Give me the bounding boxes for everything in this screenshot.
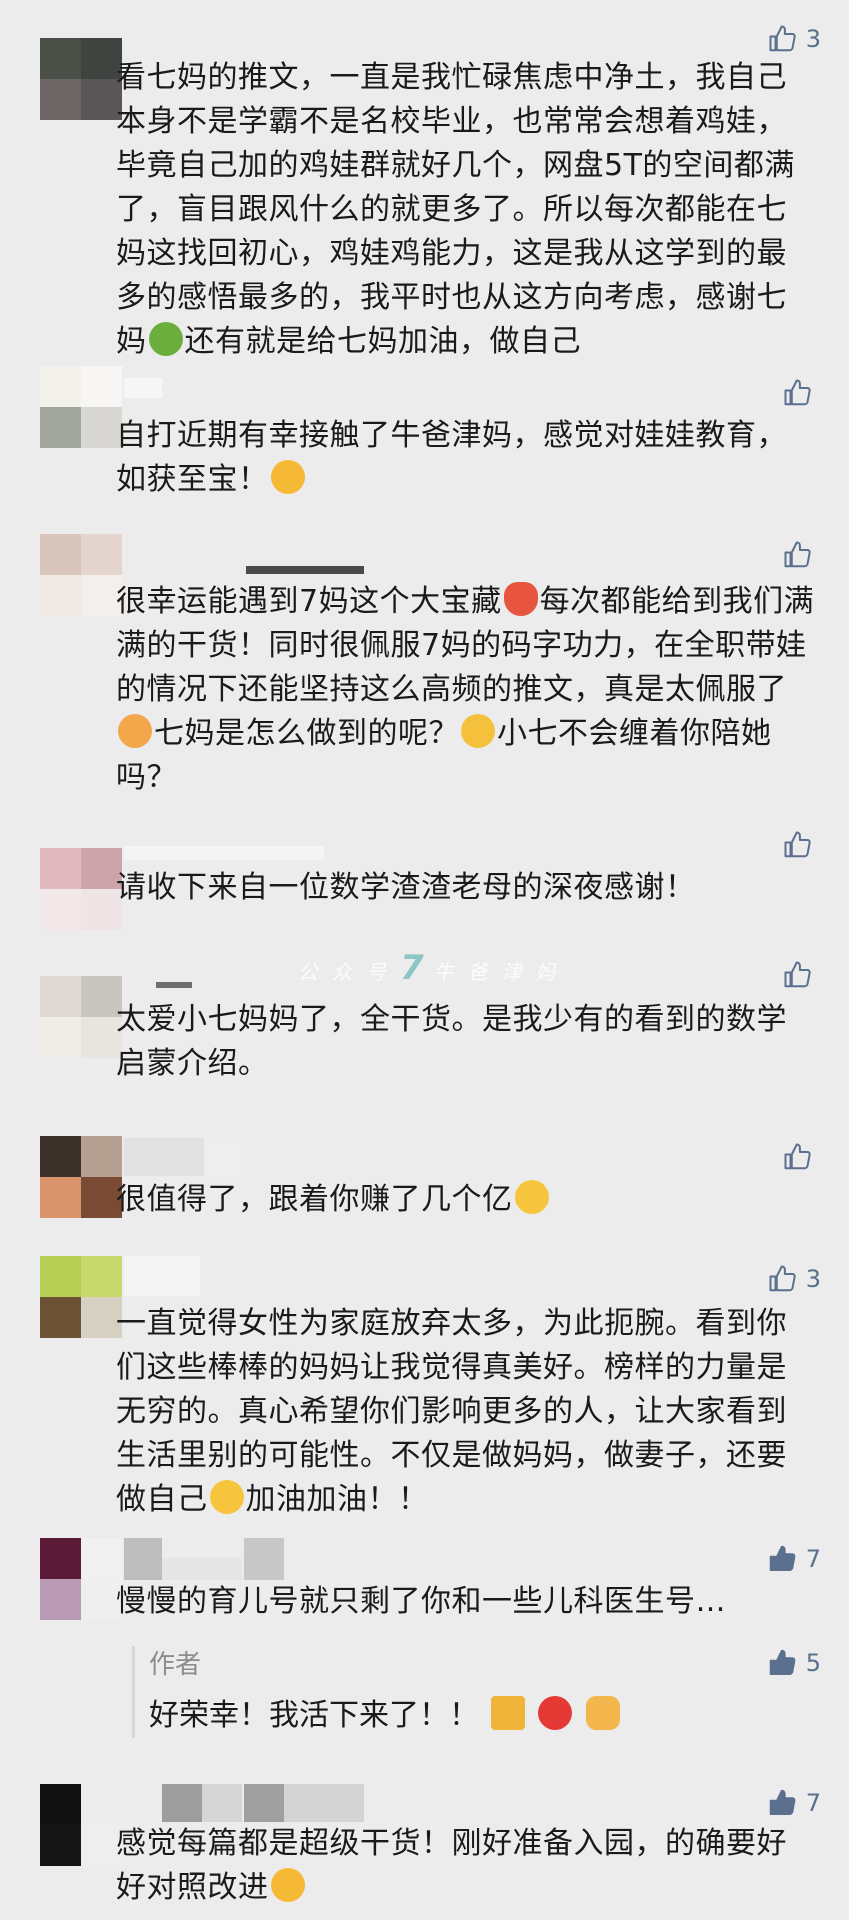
pinching-hand-emoji [118, 714, 152, 748]
like-button[interactable] [783, 960, 821, 990]
green-person-emoji [148, 322, 183, 356]
thumbs-up-outline-icon [784, 961, 811, 988]
thumbs-up-outline-icon [769, 1265, 796, 1292]
comment-text: 请收下来自一位数学渣渣老母的深夜感谢！ [116, 870, 696, 905]
like-button[interactable] [783, 830, 821, 860]
like-button[interactable]: 7 [768, 1788, 821, 1818]
like-button[interactable]: 5 [768, 1648, 821, 1678]
like-button[interactable] [783, 540, 821, 570]
avatar[interactable] [40, 38, 122, 120]
thumbs-up-filled-icon [769, 1789, 796, 1815]
like-count: 5 [805, 1649, 821, 1677]
folded-hands-emoji [585, 1696, 620, 1730]
like-count: 7 [805, 1545, 821, 1573]
like-count: 3 [805, 1265, 821, 1293]
author-reply: 作者 好荣幸！我活下来了！！ [132, 1646, 769, 1738]
username-blurred [156, 982, 192, 988]
balloon-emoji [538, 1696, 573, 1730]
like-button[interactable] [783, 1142, 821, 1172]
avatar[interactable] [40, 1256, 122, 1338]
shushing-face-emoji [270, 460, 305, 494]
like-count: 3 [805, 25, 821, 53]
avatar[interactable] [40, 366, 122, 448]
username-blurred [124, 1256, 200, 1296]
comment-text: 感觉每篇都是超级干货！刚好准备入园，的确要好好对照改进 [116, 1826, 787, 1905]
username-blurred [244, 1784, 284, 1822]
thumbs-up-outline-icon [784, 1143, 811, 1170]
username-blurred [124, 846, 324, 860]
reply-author: 作者 [149, 1650, 202, 1680]
thumbs-up-outline-icon [784, 831, 811, 858]
comment-text: 很幸运能遇到7妈这个大宝藏 每次都能给到我们满满的干货！同时很佩服7妈的码字功力，… [116, 582, 815, 795]
thumbs-up-filled-icon [769, 1649, 796, 1675]
username-blurred [244, 1538, 284, 1580]
username-blurred [284, 1784, 364, 1822]
thumbs-up-outline-icon [784, 379, 811, 406]
watermark: 公众号7牛爸津妈 [298, 948, 570, 988]
like-button[interactable]: 3 [768, 1264, 821, 1294]
username-blurred [246, 566, 364, 574]
comment-text: 一直觉得女性为家庭放弃太多，为此扼腕。看到你们这些棒棒的妈妈让我觉得真美好。榜样… [116, 1306, 787, 1517]
thumbs-up-outline-icon [769, 25, 796, 52]
comment-text: 自打近期有幸接触了牛爸津妈，感觉对娃娃教育，如获至宝！ [116, 418, 787, 497]
username-blurred [162, 1784, 202, 1822]
comment-text: 太爱小七妈妈了，全干货。是我少有的看到的数学启蒙介绍。 [116, 1002, 787, 1081]
comment-text: 慢慢的育儿号就只剩了你和一些儿科医生号… [116, 1584, 726, 1619]
reply-text: 好荣幸！我活下来了！！ [149, 1694, 769, 1738]
avatar[interactable] [40, 1136, 122, 1218]
avatar[interactable] [40, 1538, 122, 1620]
comment-text: 很值得了，跟着你赚了几个亿 [116, 1178, 816, 1222]
like-button[interactable] [783, 378, 821, 408]
grinning-face-emoji [461, 714, 495, 748]
username-blurred [124, 378, 162, 398]
avatar[interactable] [40, 848, 122, 930]
smile-emoji [209, 1480, 244, 1514]
username-blurred [124, 1538, 162, 1580]
username-blurred [202, 1784, 242, 1822]
username-blurred [204, 1138, 242, 1176]
avatar[interactable] [40, 976, 122, 1058]
like-count: 7 [805, 1789, 821, 1817]
shushing-face-emoji [270, 1868, 305, 1902]
avatar[interactable] [40, 534, 122, 616]
like-button[interactable]: 7 [768, 1544, 821, 1574]
avatar[interactable] [40, 1784, 122, 1866]
username-blurred [162, 1558, 242, 1580]
username-blurred [124, 1138, 204, 1176]
thumbs-up-outline-icon [784, 541, 811, 568]
comment-text: 看七妈的推文，一直是我忙碌焦虑中净土，我自己本身不是学霸不是名校毕业，也常常会想… [116, 60, 795, 359]
smile-emoji [514, 1180, 549, 1214]
party-popper-emoji [490, 1696, 525, 1730]
heart-emoji [503, 582, 538, 616]
thumbs-up-filled-icon [769, 1545, 796, 1571]
like-button[interactable]: 3 [768, 24, 821, 54]
